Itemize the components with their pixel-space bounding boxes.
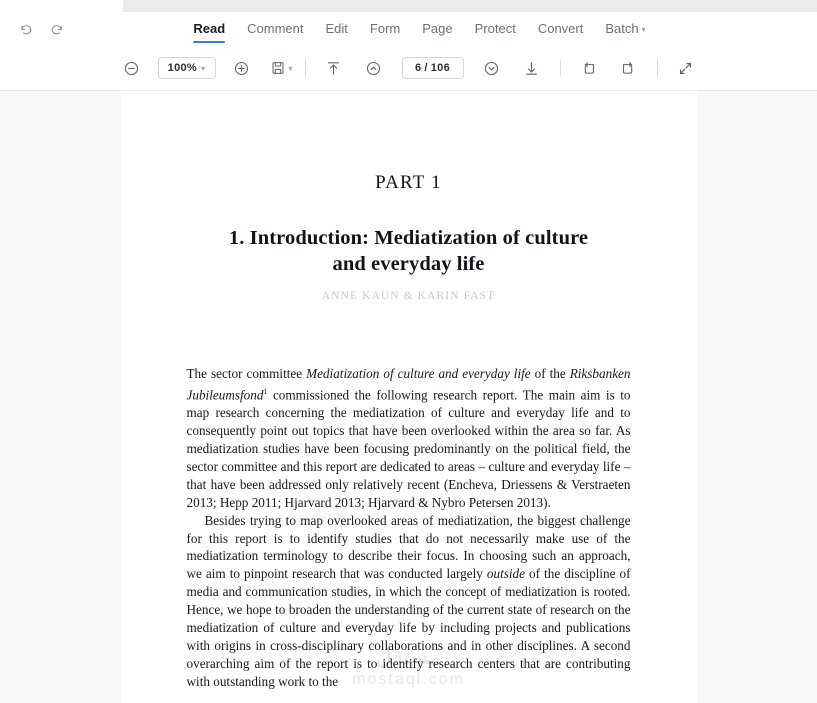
rotate-right-icon <box>623 61 633 74</box>
tab-page-label: Page <box>422 21 453 36</box>
page-layout-icon <box>272 62 284 74</box>
chevron-down-icon: ▾ <box>641 24 646 34</box>
history-buttons <box>8 12 68 46</box>
rotate-right-button[interactable] <box>616 55 642 81</box>
app-header: Read Comment Edit Form Page Protect Conv… <box>0 12 817 91</box>
page-separator: / <box>424 62 428 74</box>
page-content: PART 1 1. Introduction: Mediatization of… <box>121 172 697 691</box>
document-viewer[interactable]: مستقل mostaql.com PART 1 1. Introduction… <box>0 91 817 703</box>
zoom-out-button[interactable] <box>119 55 145 81</box>
tab-read[interactable]: Read <box>193 12 225 46</box>
previous-page-button[interactable] <box>361 55 387 81</box>
tab-form[interactable]: Form <box>370 12 400 46</box>
p1-italic-1: Mediatization of culture and everyday li… <box>306 366 531 381</box>
zoom-level-select[interactable]: 100% ▾ <box>157 57 216 79</box>
p2-italic-1: outside <box>486 566 526 582</box>
p1-seg-1: The sector committee <box>186 366 307 381</box>
tab-read-label: Read <box>193 21 226 36</box>
tab-convert[interactable]: Convert <box>538 12 584 46</box>
toolbar-separator-2 <box>559 60 561 76</box>
p1-seg-3: commissioned the following research repo… <box>186 387 631 510</box>
part-title: PART 1 <box>375 172 442 193</box>
first-page-icon <box>328 61 339 75</box>
paragraph-1: The sector committee Mediatization of cu… <box>187 365 631 512</box>
zoom-in-circle-icon <box>234 61 249 75</box>
tab-comment-label: Comment <box>247 21 304 36</box>
undo-button[interactable] <box>14 18 36 40</box>
ribbon-tab-row: Read Comment Edit Form Page Protect Conv… <box>0 12 817 46</box>
tab-protect[interactable]: Protect <box>475 12 516 46</box>
chapter-title-line-1: 1. Introduction: Mediatization of cultur… <box>228 227 589 249</box>
tab-page[interactable]: Page <box>422 12 452 46</box>
tab-edit[interactable]: Edit <box>326 12 348 46</box>
chapter-title: 1. Introduction: Mediatization of cultur… <box>187 225 631 277</box>
redo-arrow-icon <box>51 24 62 34</box>
toolbar-separator-1 <box>304 60 306 76</box>
current-page-value: 6 <box>414 62 422 74</box>
body-text: The sector committee Mediatization of cu… <box>187 365 631 691</box>
zoom-out-circle-icon <box>124 61 139 75</box>
page-number-input[interactable]: 6 / 106 <box>401 57 464 79</box>
document-page: مستقل mostaql.com PART 1 1. Introduction… <box>120 91 697 703</box>
window-tab-empty-area <box>123 0 817 12</box>
tab-batch-label: Batch <box>605 20 639 36</box>
undo-arrow-icon <box>20 24 31 34</box>
p2-seg-2: of the discipline of media and communica… <box>186 566 631 689</box>
previous-page-icon <box>366 61 381 75</box>
ribbon-tabs: Read Comment Edit Form Page Protect Conv… <box>171 12 646 47</box>
tab-protect-label: Protect <box>474 21 516 36</box>
last-page-icon <box>526 61 537 75</box>
zoom-level-value: 100% <box>167 62 197 74</box>
page-layout-button[interactable]: ▾ <box>269 55 295 81</box>
tab-comment[interactable]: Comment <box>247 12 303 46</box>
p1-seg-2: of the <box>530 366 570 381</box>
paragraph-2: Besides trying to map overlooked areas o… <box>187 512 631 691</box>
chevron-down-icon: ▾ <box>288 63 293 73</box>
tab-form-label: Form <box>369 21 401 36</box>
fullscreen-button[interactable] <box>673 55 699 81</box>
toolbar-separator-3 <box>656 60 658 76</box>
first-page-button[interactable] <box>321 55 347 81</box>
last-page-button[interactable] <box>519 55 545 81</box>
chapter-title-line-2: and everyday life <box>332 253 485 275</box>
authors-line: ANNE KAUN & KARIN FAST <box>321 290 496 302</box>
redo-button[interactable] <box>46 18 68 40</box>
chevron-down-icon: ▾ <box>201 63 206 73</box>
window-tab-active[interactable] <box>0 0 123 12</box>
tab-batch[interactable]: Batch ▾ <box>605 12 645 47</box>
tab-convert-label: Convert <box>537 21 584 36</box>
viewer-toolbar: 100% ▾ ▾ 6 / 106 <box>0 46 817 90</box>
tab-edit-label: Edit <box>325 21 348 36</box>
next-page-button[interactable] <box>479 55 505 81</box>
total-pages-value: 106 <box>430 62 451 74</box>
fullscreen-expand-icon <box>679 62 692 74</box>
next-page-icon <box>484 61 499 75</box>
window-tab-strip <box>0 0 817 12</box>
rotate-left-icon <box>584 61 594 74</box>
zoom-in-button[interactable] <box>229 55 255 81</box>
rotate-left-button[interactable] <box>576 55 602 81</box>
